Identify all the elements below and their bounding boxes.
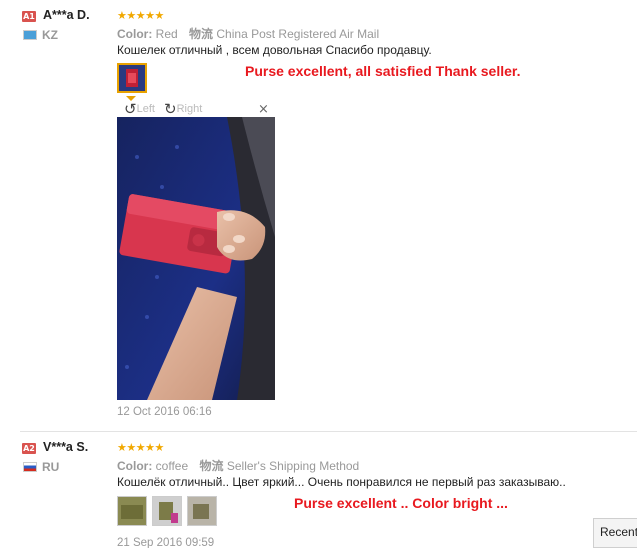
review-photo-thumbnail[interactable] — [187, 496, 217, 526]
order-info: Color: Red 物流 China Post Registered Air … — [117, 25, 379, 42]
rotate-left-icon[interactable]: ↺ — [124, 100, 137, 118]
color-value: coffee — [155, 459, 189, 473]
logistics-label: 物流 — [199, 459, 224, 473]
star-rating-stars: ★★★★★ — [117, 9, 164, 22]
color-label: Color: — [117, 459, 153, 473]
review-item: A2 V***a S. RU ★★★★★ Color: coffee 物流 Se… — [0, 432, 637, 548]
rotate-right-button[interactable]: Right — [177, 103, 203, 115]
close-icon[interactable]: × — [258, 102, 269, 117]
buyer-level-badge: A1 — [22, 11, 36, 22]
order-info: Color: coffee 物流 Seller's Shipping Metho… — [117, 457, 359, 474]
translated-note: Purse excellent, all satisfied Thank sel… — [245, 63, 521, 79]
review-item: A1 A***a D. KZ ★★★★★ Color: Red 物流 China… — [0, 0, 637, 430]
logistics-value: Seller's Shipping Method — [226, 459, 360, 473]
country-code: RU — [42, 460, 60, 474]
buyer-level-badge: A2 — [22, 443, 36, 454]
logistics-value: China Post Registered Air Mail — [216, 27, 380, 41]
review-comment: Кошелек отличный , всем довольная Спасиб… — [117, 43, 432, 57]
country-flag-icon — [23, 30, 37, 40]
thumbnail-image — [153, 497, 181, 525]
star-rating-stars: ★★★★★ — [117, 441, 164, 454]
color-value: Red — [155, 27, 178, 41]
thumbnail-image — [188, 497, 216, 525]
translated-note: Purse excellent .. Color bright ... — [294, 495, 508, 511]
rotate-right-icon[interactable]: ↻ — [164, 100, 177, 118]
logistics-label: 物流 — [189, 27, 214, 41]
review-photo-thumbnail[interactable] — [117, 496, 147, 526]
photo-image — [117, 117, 275, 400]
review-date: 21 Sep 2016 09:59 — [117, 537, 215, 548]
rotate-left-button[interactable]: Left — [137, 103, 155, 115]
recent-tab[interactable]: Recent — [593, 518, 637, 548]
star-rating: ★★★★★ — [117, 10, 164, 22]
photo-viewer-toolbar: ↺Left ↻Right — [124, 100, 202, 118]
review-photo-thumbnail[interactable] — [152, 496, 182, 526]
star-rating: ★★★★★ — [117, 442, 164, 454]
thumbnail-image — [118, 497, 146, 525]
country-code: KZ — [42, 28, 58, 42]
thumbnail-image — [119, 65, 145, 91]
review-date: 12 Oct 2016 06:16 — [117, 406, 212, 418]
review-comment: Кошелёк отличный.. Цвет яркий... Очень п… — [117, 475, 566, 489]
review-photo-enlarged — [117, 117, 275, 400]
color-label: Color: — [117, 27, 153, 41]
review-photo-thumbnail[interactable] — [117, 63, 147, 93]
country-flag-icon — [23, 462, 37, 472]
buyer-name: V***a S. — [43, 440, 89, 454]
buyer-name: A***a D. — [43, 8, 90, 22]
